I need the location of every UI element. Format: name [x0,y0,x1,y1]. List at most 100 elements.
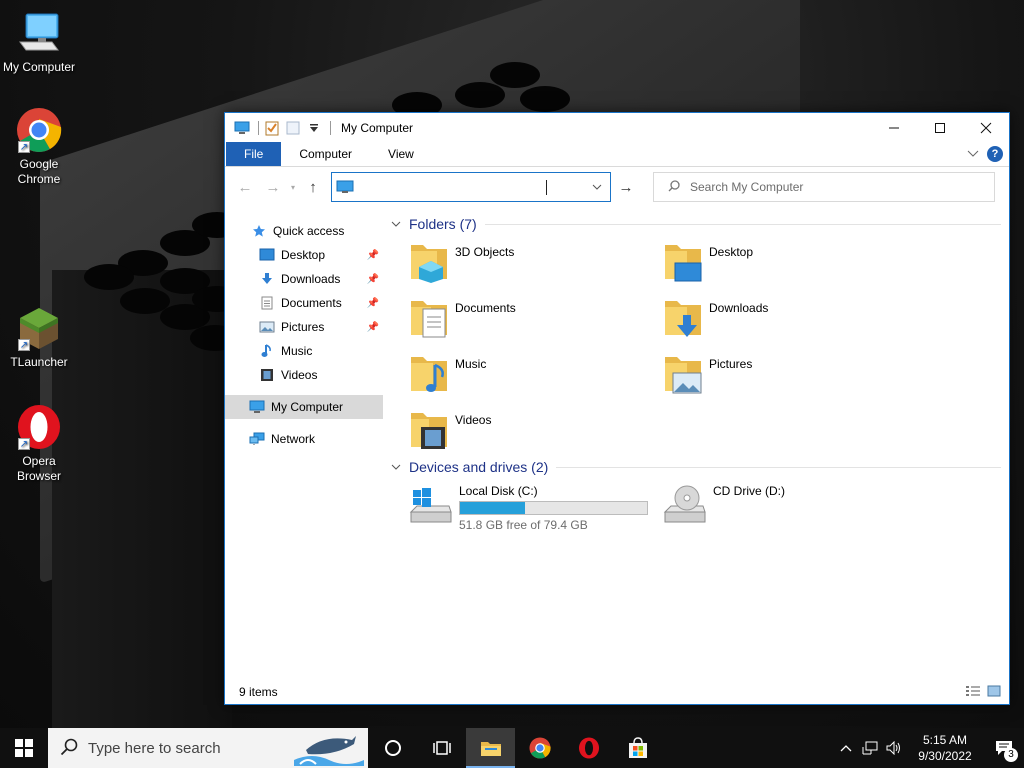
start-button[interactable] [0,728,48,768]
drive-local-disk-c[interactable]: Local Disk (C:) 51.8 GB free of 79.4 GB [409,478,663,534]
hard-drive-icon [409,482,453,526]
folder-pictures[interactable]: Pictures [663,347,917,403]
desktop-icon-my-computer[interactable]: My Computer [0,10,78,75]
search-icon [668,179,680,195]
sidebar-item-documents[interactable]: Documents 📌 [225,291,383,315]
folder-documents[interactable]: Documents [409,291,663,347]
title-bar[interactable]: My Computer [225,113,1009,143]
address-dropdown-chevron-icon[interactable] [584,173,610,201]
details-view-icon[interactable] [965,685,981,700]
window-title: My Computer [341,121,414,135]
text-cursor [546,180,547,195]
pictures-folder-icon [663,351,703,395]
chrome-icon [528,737,551,759]
videos-folder-icon [409,407,449,451]
search-box[interactable] [653,172,995,202]
show-hidden-icons-chevron-icon[interactable] [834,728,858,768]
folder-music[interactable]: Music [409,347,663,403]
minimize-button[interactable] [871,113,917,143]
taskbar-search-box[interactable] [48,728,368,768]
task-view-button[interactable] [417,728,466,768]
group-title: Devices and drives (2) [409,459,549,475]
collapse-chevron-icon[interactable] [391,219,407,230]
folders-group-header[interactable]: Folders (7) [391,213,1001,235]
tab-file[interactable]: File [226,142,282,166]
taskbar-microsoft-store[interactable] [613,728,662,768]
sidebar-item-network[interactable]: Network [225,427,383,451]
sidebar-item-desktop[interactable]: Desktop 📌 [225,243,383,267]
shortcut-arrow-icon: ↗ [18,438,30,450]
search-input[interactable] [690,174,994,200]
task-view-icon [432,741,451,755]
new-folder-icon[interactable] [284,119,302,137]
help-icon[interactable]: ? [987,146,1003,162]
folder-desktop[interactable]: Desktop [663,235,917,291]
back-arrow-icon[interactable]: ← [231,173,259,201]
taskbar-search-input[interactable] [88,739,298,757]
drive-cd-drive-d[interactable]: CD Drive (D:) [663,478,917,534]
sidebar-item-pictures[interactable]: Pictures 📌 [225,315,383,339]
sidebar-item-videos[interactable]: Videos [225,363,383,387]
tab-view[interactable]: View [370,142,432,166]
folder-name: Music [455,357,487,371]
properties-icon[interactable] [263,119,281,137]
customize-quick-access-icon[interactable] [305,119,323,137]
tab-computer[interactable]: Computer [281,142,370,166]
forward-arrow-icon[interactable]: → [259,173,287,201]
desktop-icon-tlauncher[interactable]: ↗ TLauncher [0,305,78,370]
taskbar-opera[interactable] [564,728,613,768]
network-icon [249,431,265,447]
up-arrow-icon[interactable]: ↑ [299,173,327,201]
go-arrow-icon[interactable]: → [611,173,641,201]
drive-name: Local Disk (C:) [459,484,538,498]
volume-icon[interactable] [882,728,906,768]
sidebar-item-my-computer[interactable]: My Computer [225,395,383,419]
sidebar-item-label: Desktop [281,248,326,262]
pin-icon: 📌 [366,249,379,261]
picture-icon [259,319,275,335]
desktop-icon-label: Opera Browser [16,454,61,483]
sidebar-item-label: Music [281,344,313,358]
taskbar: 5:15 AM 9/30/2022 3 [0,728,1024,768]
cortana-button[interactable] [368,728,417,768]
clock[interactable]: 5:15 AM 9/30/2022 [906,732,984,764]
folder-3d-objects[interactable]: 3D Objects [409,235,663,291]
star-icon [251,223,267,239]
monitor-icon [249,399,265,415]
file-list-pane: Folders (7) 3D Objects Desktop Documents… [383,207,1009,700]
sidebar-item-label: Documents [281,296,342,310]
group-divider [556,466,1001,468]
maximize-button[interactable] [917,113,963,143]
monitor-icon [16,10,62,56]
address-bar[interactable] [331,172,611,202]
drives-group-header[interactable]: Devices and drives (2) [391,456,1001,478]
taskbar-file-explorer[interactable] [466,728,515,768]
close-button[interactable] [963,113,1009,143]
network-status-icon[interactable] [858,728,882,768]
sidebar-item-quick-access[interactable]: Quick access [225,219,383,243]
expand-ribbon-chevron-icon[interactable] [967,147,979,161]
folder-videos[interactable]: Videos [409,403,663,459]
folder-downloads[interactable]: Downloads [663,291,917,347]
address-input[interactable] [354,174,584,200]
folder-name: Downloads [709,301,769,315]
group-title: Folders (7) [409,216,477,232]
sidebar-item-label: Pictures [281,320,325,334]
desktop-icon-opera-browser[interactable]: ↗ Opera Browser [0,404,78,484]
taskbar-google-chrome[interactable] [515,728,564,768]
large-icons-view-icon[interactable] [987,685,1001,700]
action-center-button[interactable]: 3 [984,728,1024,768]
sidebar-item-music[interactable]: Music [225,339,383,363]
window-monitor-icon[interactable] [233,119,251,137]
recent-locations-chevron-icon[interactable]: ▾ [287,173,299,201]
pin-icon: 📌 [366,321,379,333]
ribbon-tabs: File Computer View ? [225,142,1009,167]
group-divider [484,223,1001,225]
search-highlight-illustration-icon [294,730,364,768]
collapse-chevron-icon[interactable] [391,462,407,473]
sidebar-item-downloads[interactable]: Downloads 📌 [225,267,383,291]
separator [330,121,331,135]
desktop-icon-google-chrome[interactable]: ↗ Google Chrome [0,107,78,187]
file-explorer-window: My Computer File Computer View ? ← → ▾ ↑ [224,112,1010,705]
windows-logo-icon [15,739,33,757]
